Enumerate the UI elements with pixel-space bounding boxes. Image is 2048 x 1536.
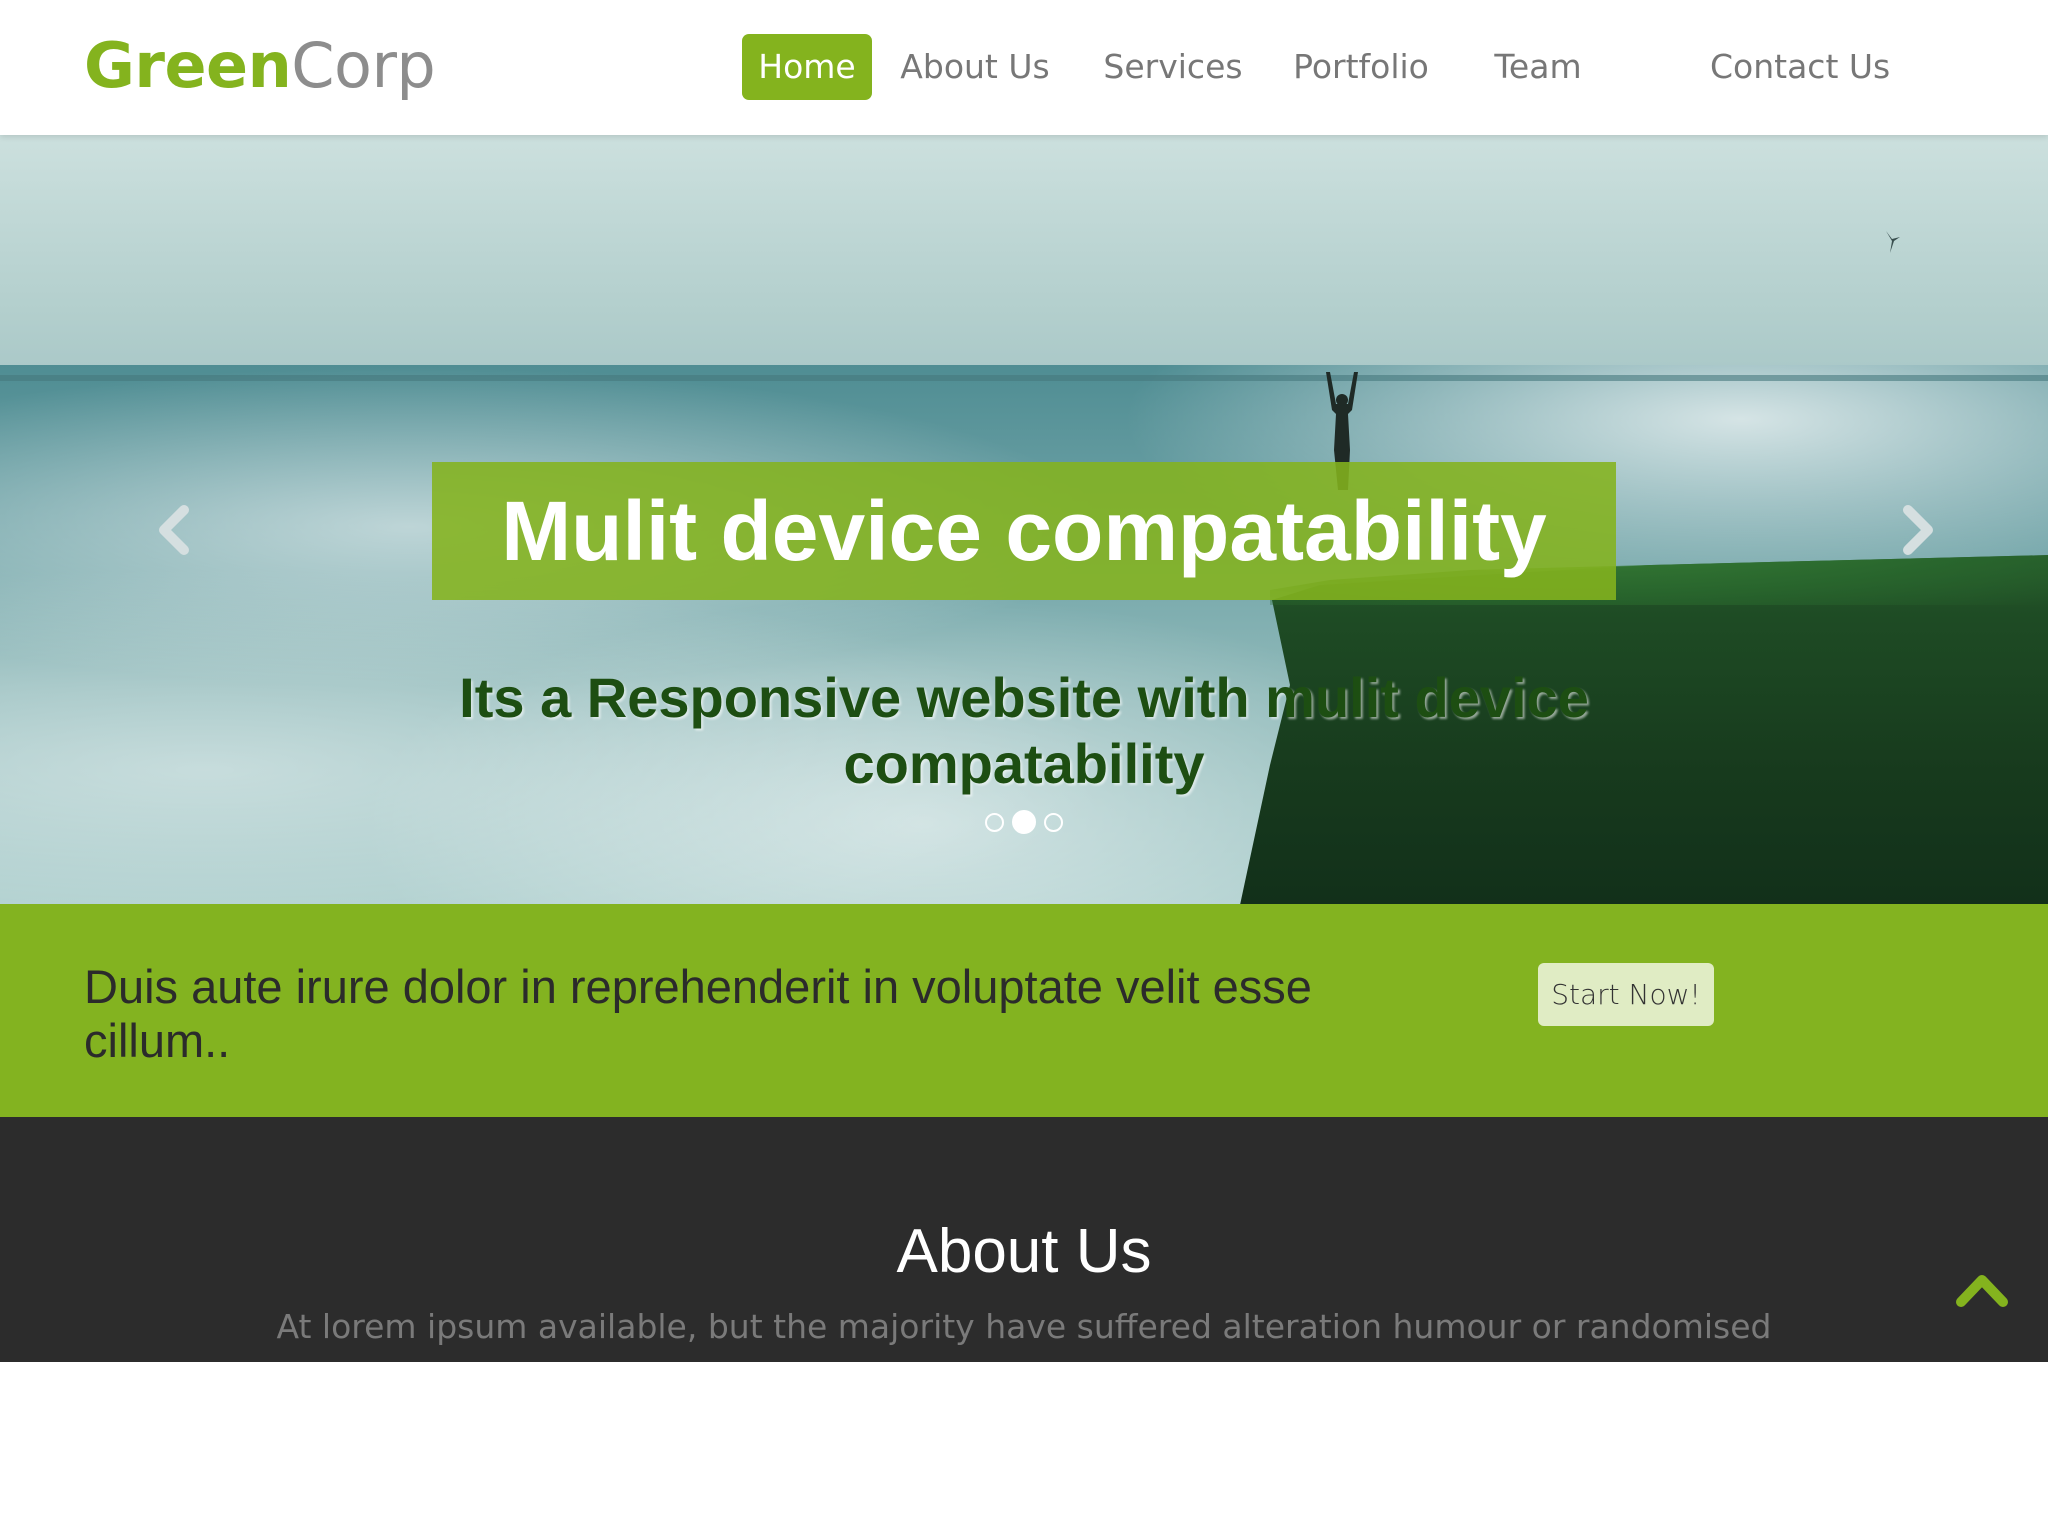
cta-text: Duis aute irure dolor in reprehenderit i…	[84, 960, 1312, 1067]
chevron-right-icon[interactable]	[1892, 500, 1942, 560]
start-now-button[interactable]: Start Now!	[1538, 963, 1714, 1026]
chevron-left-icon[interactable]	[150, 500, 200, 560]
hero-horizon	[0, 375, 2048, 381]
slide-title: Mulit device compatability	[432, 462, 1616, 600]
carousel-indicators	[0, 810, 2048, 840]
about-subtitle: At lorem ipsum available, but the majori…	[276, 1307, 1772, 1346]
carousel-dot-3[interactable]	[1044, 812, 1063, 832]
nav-item-home[interactable]: Home	[742, 34, 872, 100]
nav-item-team[interactable]: Team	[1488, 34, 1588, 100]
nav-item-portfolio[interactable]: Portfolio	[1281, 34, 1441, 100]
nav-item-about-us[interactable]: About Us	[900, 34, 1050, 100]
bird-figure	[1886, 231, 1900, 253]
hero-carousel: Mulit device compatability Its a Respons…	[0, 135, 2048, 904]
hero-sky	[0, 135, 2048, 385]
about-section: About Us At lorem ipsum available, but t…	[0, 1117, 2048, 1362]
brand-logo[interactable]: GreenCorp	[84, 29, 436, 102]
nav-item-contact-us[interactable]: Contact Us	[1710, 34, 1890, 100]
chevron-up-icon[interactable]	[1955, 1270, 2009, 1310]
slide-subtitle: Its a Responsive website with mulit devi…	[459, 666, 1589, 795]
carousel-dot-1[interactable]	[985, 812, 1004, 832]
brand-logo-green: Green	[84, 29, 292, 102]
site-header: GreenCorp Home About Us Services Portfol…	[0, 0, 2048, 135]
cta-band: Duis aute irure dolor in reprehenderit i…	[0, 904, 2048, 1117]
carousel-dot-2[interactable]	[1012, 810, 1036, 834]
nav-item-services[interactable]: Services	[1098, 34, 1248, 100]
brand-logo-grey: Corp	[291, 29, 436, 102]
about-title: About Us	[896, 1217, 1152, 1286]
